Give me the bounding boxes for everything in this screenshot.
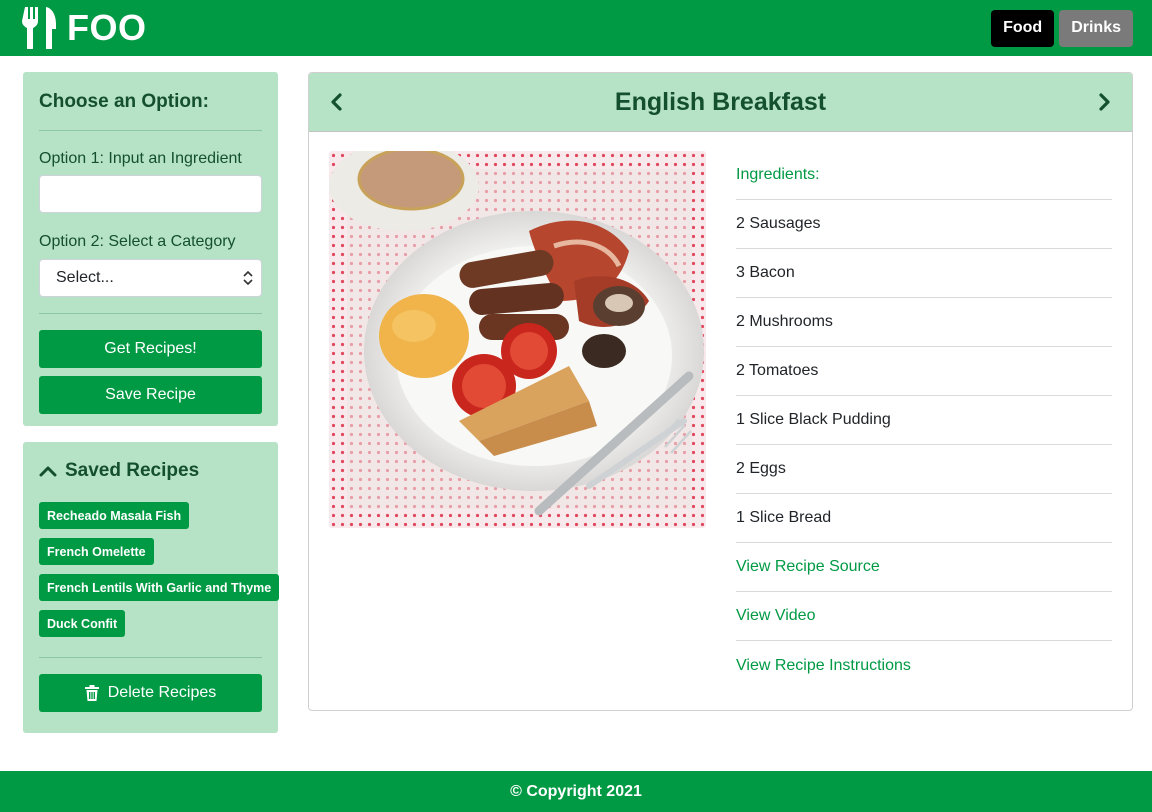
ingredient-item: 2 Mushrooms	[736, 298, 1112, 347]
brand-logo[interactable]: FOO	[22, 7, 147, 49]
chevron-updown-icon	[243, 271, 253, 285]
save-recipe-button[interactable]: Save Recipe	[39, 376, 262, 414]
ingredients-list: Ingredients: 2 Sausages 3 Bacon 2 Mushro…	[736, 151, 1112, 690]
saved-recipes-toggle[interactable]: Saved Recipes	[39, 460, 262, 482]
copyright-text: © Copyright 2021	[510, 782, 642, 800]
recipe-card: English Breakfast Ingredients: 2 Sausage…	[308, 72, 1133, 711]
saved-recipes-panel: Saved Recipes Recheado Masala Fish Frenc…	[23, 442, 280, 733]
recipe-card-header: English Breakfast	[309, 73, 1132, 132]
saved-recipe-tag[interactable]: French Lentils With Garlic and Thyme	[39, 574, 280, 601]
food-tab[interactable]: Food	[991, 9, 1055, 47]
recipe-instructions-link[interactable]: View Recipe Instructions	[736, 641, 1112, 690]
chevron-right-icon[interactable]	[1098, 93, 1112, 111]
divider	[39, 313, 262, 314]
divider	[39, 130, 262, 131]
saved-recipe-tag[interactable]: French Omelette	[39, 538, 154, 565]
drinks-tab[interactable]: Drinks	[1059, 9, 1133, 47]
brand-name: FOO	[67, 7, 147, 48]
ingredient-item: 1 Slice Bread	[736, 494, 1112, 543]
saved-recipes-list: Recheado Masala Fish French Omelette Fre…	[39, 502, 280, 637]
trash-icon	[84, 685, 99, 701]
chevron-left-icon[interactable]	[329, 93, 343, 111]
ingredient-item: 2 Eggs	[736, 445, 1112, 494]
ingredient-item: 2 Sausages	[736, 200, 1112, 249]
ingredient-input[interactable]	[39, 175, 262, 213]
options-panel: Choose an Option: Option 1: Input an Ing…	[23, 72, 278, 426]
ingredient-item: 1 Slice Black Pudding	[736, 396, 1112, 445]
options-title: Choose an Option:	[39, 91, 209, 112]
category-select-value: Select...	[56, 269, 114, 286]
ingredient-item: 3 Bacon	[736, 249, 1112, 298]
utensils-icon	[22, 7, 56, 49]
recipe-image	[329, 151, 706, 528]
saved-recipes-title: Saved Recipes	[65, 460, 200, 481]
saved-recipe-tag[interactable]: Recheado Masala Fish	[39, 502, 190, 529]
saved-recipe-tag[interactable]: Duck Confit	[39, 610, 126, 637]
category-select[interactable]: Select...	[39, 259, 262, 297]
divider	[39, 657, 262, 658]
footer: © Copyright 2021	[0, 771, 1152, 812]
option1-label: Option 1: Input an Ingredient	[39, 150, 242, 167]
delete-recipes-label: Delete Recipes	[107, 684, 217, 701]
recipe-title: English Breakfast	[614, 87, 827, 116]
recipe-video-link[interactable]: View Video	[736, 592, 1112, 641]
ingredients-heading: Ingredients:	[736, 151, 1112, 200]
navbar: FOO Food Drinks	[0, 0, 1152, 56]
option2-label: Option 2: Select a Category	[39, 233, 236, 250]
delete-recipes-button[interactable]: Delete Recipes	[39, 674, 262, 712]
ingredient-item: 2 Tomatoes	[736, 347, 1112, 396]
recipe-source-link[interactable]: View Recipe Source	[736, 543, 1112, 592]
chevron-up-icon	[39, 466, 57, 477]
get-recipes-button[interactable]: Get Recipes!	[39, 330, 262, 368]
food-drinks-toggle: Food Drinks	[991, 9, 1133, 47]
